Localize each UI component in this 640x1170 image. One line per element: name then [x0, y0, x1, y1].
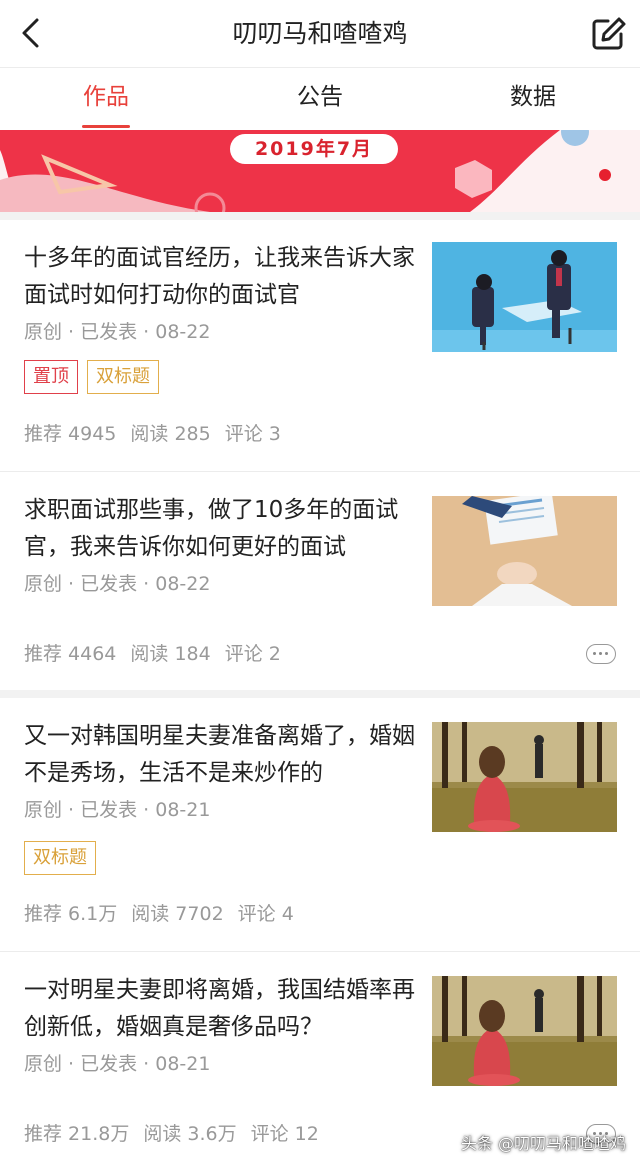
article-meta: 原创 · 已发表 · 08-21 [24, 799, 211, 821]
read-count: 阅读 184 [130, 643, 211, 665]
more-options-button[interactable] [586, 644, 616, 664]
article-thumbnail[interactable] [432, 242, 617, 352]
pinned-tag: 置顶 [24, 360, 78, 394]
back-button[interactable] [10, 12, 54, 56]
article-thumbnail[interactable] [432, 722, 617, 832]
watermark: 头条 @叨叨马和喳喳鸡 [460, 1134, 626, 1153]
article-title[interactable]: 求职面试那些事，做了10多年的面试官，我来告诉你如何更好的面试 [24, 492, 424, 566]
article-thumbnail[interactable] [432, 496, 617, 606]
more-dot [593, 652, 596, 655]
article-card[interactable]: 十多年的面试官经历，让我来告诉大家面试时如何打动你的面试官 原创 · 已发表 ·… [0, 220, 640, 472]
page-title: 叨叨马和喳喳鸡 [232, 19, 408, 48]
article-stats: 推荐 4945 阅读 285 评论 3 [24, 422, 295, 446]
article-title[interactable]: 又一对韩国明星夫妻准备离婚了，婚姻不是秀场，生活不是来炒作的 [24, 718, 424, 792]
more-dot [599, 652, 602, 655]
recommend-count: 推荐 4945 [24, 423, 117, 445]
recommend-count: 推荐 6.1万 [24, 903, 118, 925]
article-stats: 推荐 21.8万 阅读 3.6万 评论 12 [24, 1122, 333, 1146]
read-count: 阅读 3.6万 [143, 1123, 237, 1145]
dual-title-tag: 双标题 [24, 841, 96, 875]
dual-title-tag: 双标题 [87, 360, 159, 394]
active-tab-indicator [82, 125, 130, 128]
article-stats: 推荐 4464 阅读 184 评论 2 [24, 642, 295, 666]
resume-image [432, 496, 617, 606]
banner-date: 2019年7月 [230, 134, 398, 164]
interview-image [432, 242, 617, 352]
read-count: 阅读 7702 [131, 903, 224, 925]
more-dot [605, 652, 608, 655]
recommend-count: 推荐 4464 [24, 643, 117, 665]
article-card[interactable]: 又一对韩国明星夫妻准备离婚了，婚姻不是秀场，生活不是来炒作的 原创 · 已发表 … [0, 698, 640, 951]
article-meta: 原创 · 已发表 · 08-22 [24, 321, 211, 343]
comment-count: 评论 3 [224, 423, 281, 445]
recommend-count: 推荐 21.8万 [24, 1123, 130, 1145]
article-thumbnail[interactable] [432, 976, 617, 1086]
tab-data[interactable]: 数据 [458, 68, 608, 130]
edit-icon [592, 17, 626, 50]
chevron-left-icon [22, 18, 39, 48]
article-meta: 原创 · 已发表 · 08-21 [24, 1053, 211, 1075]
tab-works[interactable]: 作品 [31, 68, 181, 130]
tab-announcements[interactable]: 公告 [245, 68, 395, 130]
tab-bar: 作品 公告 数据 [0, 68, 640, 130]
couple-park-image [432, 722, 617, 832]
article-stats: 推荐 6.1万 阅读 7702 评论 4 [24, 902, 308, 926]
comment-count: 评论 4 [237, 903, 294, 925]
section-separator [0, 690, 640, 698]
article-card[interactable]: 求职面试那些事，做了10多年的面试官，我来告诉你如何更好的面试 原创 · 已发表… [0, 472, 640, 690]
couple-park-image [432, 976, 617, 1086]
section-separator [0, 212, 640, 220]
article-meta: 原创 · 已发表 · 08-22 [24, 573, 211, 595]
top-bar: 叨叨马和喳喳鸡 [0, 0, 640, 68]
comment-count: 评论 2 [224, 643, 281, 665]
tab-label: 公告 [297, 84, 343, 110]
read-count: 阅读 285 [130, 423, 211, 445]
tab-label: 数据 [510, 84, 556, 110]
tab-label: 作品 [83, 84, 129, 110]
article-title[interactable]: 十多年的面试官经历，让我来告诉大家面试时如何打动你的面试官 [24, 240, 424, 314]
edit-button[interactable] [586, 12, 630, 56]
comment-count: 评论 12 [250, 1123, 319, 1145]
promo-banner[interactable]: 2019年7月 [0, 130, 640, 212]
article-title[interactable]: 一对明星夫妻即将离婚，我国结婚率再创新低，婚姻真是奢侈品吗？ [24, 972, 424, 1046]
